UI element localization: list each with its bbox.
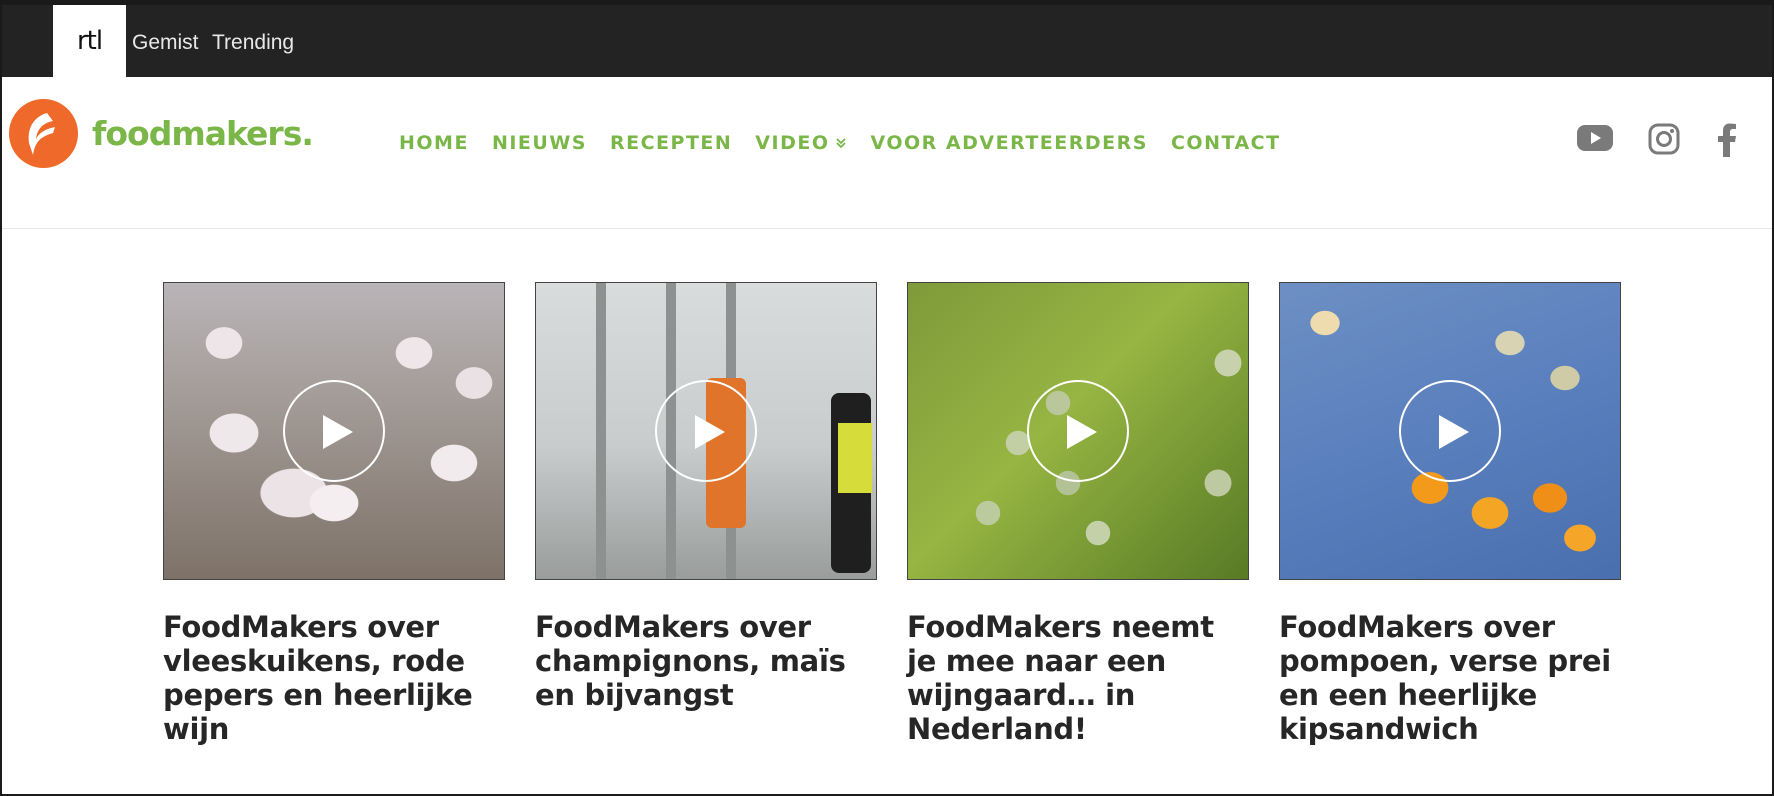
video-thumbnail[interactable] <box>1279 282 1621 580</box>
nav-home[interactable]: HOME <box>399 132 469 154</box>
youtube-icon[interactable] <box>1576 123 1614 153</box>
nav-recepten[interactable]: RECEPTEN <box>610 132 732 154</box>
video-title[interactable]: FoodMakers neemt je mee naar een wijngaa… <box>907 610 1249 746</box>
nav-nieuws-label: NIEUWS <box>491 132 587 154</box>
instagram-icon[interactable] <box>1648 123 1680 155</box>
video-card[interactable]: FoodMakers over vleeskuikens, rode peper… <box>163 282 505 746</box>
play-icon[interactable] <box>1027 380 1129 482</box>
video-thumbnail[interactable] <box>907 282 1249 580</box>
thumbnail-vest <box>838 423 872 493</box>
nav-video-label: VIDEO <box>755 132 830 154</box>
rtl-link-trending[interactable]: Trending <box>212 31 294 55</box>
nav-voor-adverteerders-label: VOOR ADVERTEERDERS <box>870 132 1148 154</box>
nav-contact-label: CONTACT <box>1170 132 1281 154</box>
browser-viewport: rtl Gemist Trending foodmakers. HOME NIE… <box>2 5 1772 794</box>
thumbnail-decoration <box>596 283 606 579</box>
chevron-down-icon <box>835 132 847 154</box>
foodmakers-logo-text: foodmakers. <box>92 114 314 153</box>
rtl-link-gemist[interactable]: Gemist <box>132 31 199 55</box>
video-thumbnail[interactable] <box>163 282 505 580</box>
video-card[interactable]: FoodMakers neemt je mee naar een wijngaa… <box>907 282 1249 746</box>
video-card[interactable]: FoodMakers over pompoen, verse prei en e… <box>1279 282 1621 746</box>
nav-recepten-label: RECEPTEN <box>609 132 733 154</box>
video-title[interactable]: FoodMakers over vleeskuikens, rode peper… <box>163 610 505 746</box>
play-icon[interactable] <box>283 380 385 482</box>
play-icon[interactable] <box>655 380 757 482</box>
video-title[interactable]: FoodMakers over pompoen, verse prei en e… <box>1279 610 1621 746</box>
foodmakers-logo[interactable]: foodmakers. <box>9 99 314 168</box>
nav-video[interactable]: VIDEO <box>755 132 847 154</box>
nav-nieuws[interactable]: NIEUWS <box>492 132 587 154</box>
play-icon[interactable] <box>1399 380 1501 482</box>
video-card[interactable]: FoodMakers over champignons, maïs en bij… <box>535 282 877 712</box>
facebook-icon[interactable] <box>1717 123 1737 157</box>
rtl-top-bar: rtl Gemist Trending <box>2 5 1772 77</box>
nav-contact[interactable]: CONTACT <box>1171 132 1281 154</box>
site-header: foodmakers. HOME NIEUWS RECEPTEN VIDEO V… <box>2 77 1772 229</box>
rtl-logo[interactable]: rtl <box>53 5 126 77</box>
main-nav: HOME NIEUWS RECEPTEN VIDEO VOOR ADVERTEE… <box>399 132 1304 154</box>
nav-home-label: HOME <box>399 132 469 154</box>
video-title[interactable]: FoodMakers over champignons, maïs en bij… <box>535 610 877 712</box>
foodmakers-logo-mark-icon <box>9 99 78 168</box>
video-thumbnail[interactable] <box>535 282 877 580</box>
nav-voor-adverteerders[interactable]: VOOR ADVERTEERDERS <box>870 132 1147 154</box>
rtl-logo-text: rtl <box>76 26 103 56</box>
